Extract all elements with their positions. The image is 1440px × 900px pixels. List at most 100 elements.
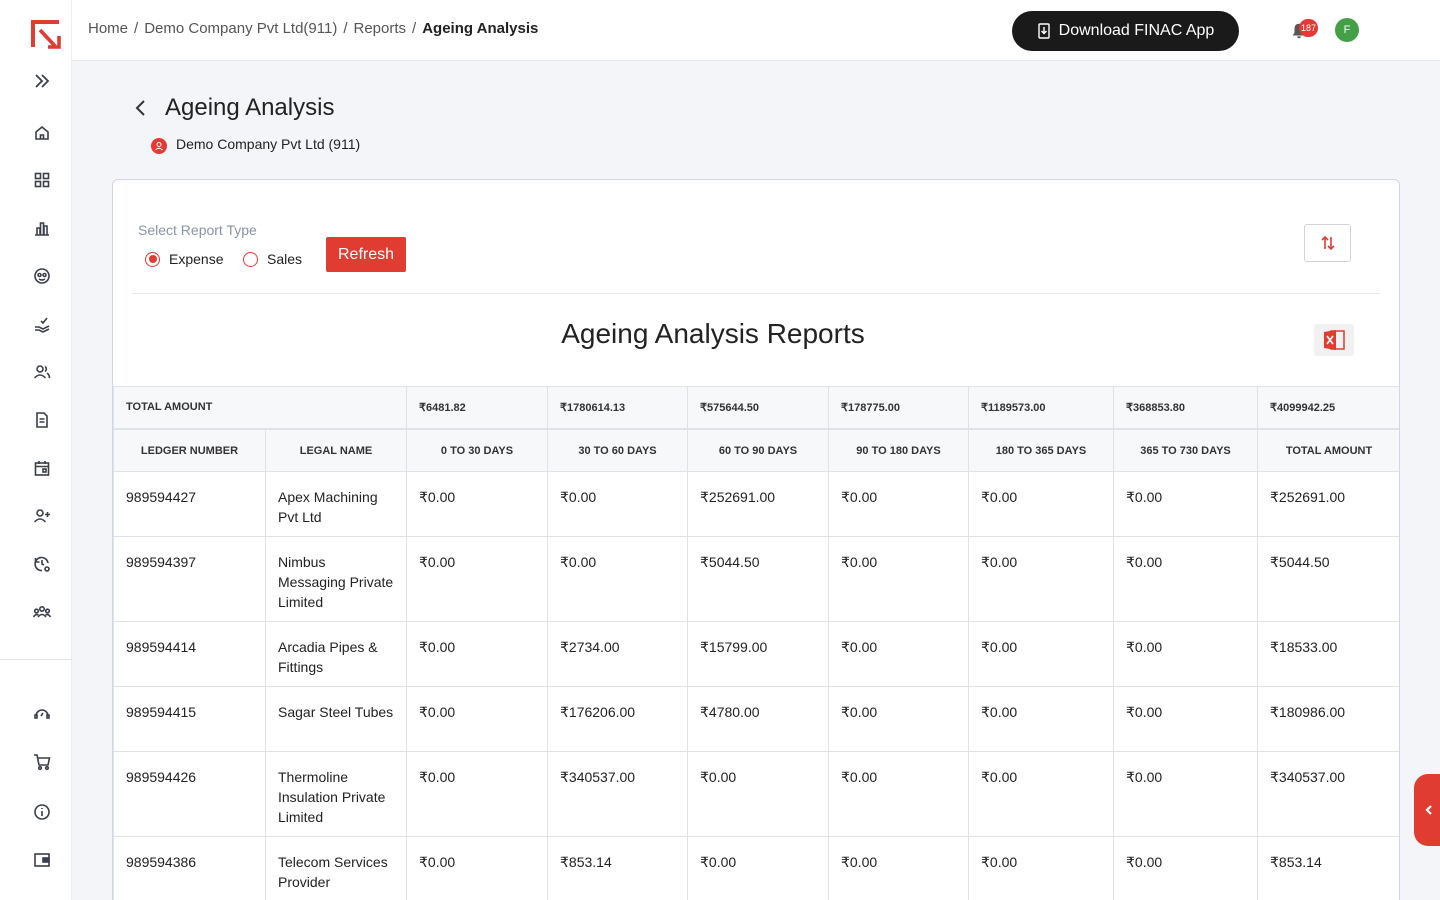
table-row[interactable]: 989594397 Nimbus Messaging Private Limit… <box>113 536 1399 622</box>
table-cell: ₹0.00 <box>828 836 969 900</box>
column-header[interactable]: TOTAL AMOUNT <box>1257 427 1399 472</box>
sidebar <box>0 0 72 900</box>
cart-icon[interactable] <box>29 749 55 775</box>
column-header[interactable]: 180 TO 365 DAYS <box>968 427 1114 472</box>
avatar[interactable]: F <box>1335 18 1359 42</box>
table-cell: ₹0.00 <box>1113 686 1258 752</box>
table-cell: Arcadia Pipes & Fittings <box>265 621 407 687</box>
breadcrumb-home[interactable]: Home <box>88 20 128 37</box>
back-button[interactable] <box>132 98 152 118</box>
sidebar-divider <box>0 659 72 660</box>
radio-expense[interactable]: Expense <box>145 251 223 267</box>
table-row[interactable]: 989594414 Arcadia Pipes & Fittings ₹0.00… <box>113 621 1399 687</box>
radio-sales-indicator[interactable] <box>243 251 258 267</box>
breadcrumb-separator: / <box>343 20 348 37</box>
documents-icon[interactable] <box>29 407 55 433</box>
table-cell: ₹0.00 <box>968 536 1114 622</box>
breadcrumb-reports[interactable]: Reports <box>354 20 407 37</box>
table-row[interactable]: 989594426 Thermoline Insulation Private … <box>113 751 1399 837</box>
table-cell: ₹0.00 <box>547 471 688 537</box>
support-icon[interactable] <box>29 263 55 289</box>
table-cell: ₹0.00 <box>406 836 548 900</box>
chevron-left-icon <box>135 100 145 116</box>
table-cell: ₹4780.00 <box>687 686 829 752</box>
report-title: Ageing Analysis Reports <box>561 318 865 349</box>
table-cell: ₹0.00 <box>828 686 969 752</box>
table-cell: 989594427 <box>113 471 266 537</box>
table-cell: ₹0.00 <box>968 621 1114 687</box>
total-cell: ₹178775.00 <box>828 386 969 429</box>
total-cell: ₹1189573.00 <box>968 386 1114 429</box>
table-cell: ₹0.00 <box>406 686 548 752</box>
table-cell: ₹0.00 <box>828 536 969 622</box>
table-row[interactable]: 989594415 Sagar Steel Tubes ₹0.00 ₹17620… <box>113 686 1399 752</box>
table-cell: ₹0.00 <box>547 536 688 622</box>
excel-export-button[interactable] <box>1314 324 1354 356</box>
table-cell: ₹340537.00 <box>1257 751 1399 837</box>
history-settings-icon[interactable] <box>29 551 55 577</box>
table-cell: Sagar Steel Tubes <box>265 686 407 752</box>
table-cell: ₹0.00 <box>1113 471 1258 537</box>
table-header-row: LEDGER NUMBER LEGAL NAME 0 TO 30 DAYS 30… <box>113 427 1399 472</box>
wallet-icon[interactable] <box>29 847 55 873</box>
table-cell: ₹0.00 <box>687 751 829 837</box>
table-row[interactable]: 989594427 Apex Machining Pvt Ltd ₹0.00 ₹… <box>113 471 1399 537</box>
table-cell: Telecom Services Provider <box>265 836 407 900</box>
contacts-icon[interactable] <box>29 359 55 385</box>
info-icon[interactable] <box>29 799 55 825</box>
team-icon[interactable] <box>29 599 55 625</box>
table-cell: ₹853.14 <box>1257 836 1399 900</box>
dashboard-icon[interactable] <box>29 167 55 193</box>
helpdesk-icon[interactable] <box>29 701 55 727</box>
column-header[interactable]: 30 TO 60 DAYS <box>547 427 688 472</box>
report-type-label: Select Report Type <box>138 222 257 238</box>
excel-icon <box>1324 330 1345 350</box>
table-cell: ₹340537.00 <box>547 751 688 837</box>
table-cell: ₹0.00 <box>968 686 1114 752</box>
radio-expense-indicator[interactable] <box>145 251 160 267</box>
column-header[interactable]: 365 TO 730 DAYS <box>1113 427 1258 472</box>
table-cell: ₹0.00 <box>1113 751 1258 837</box>
sort-button[interactable] <box>1304 224 1351 262</box>
total-cell: ₹1780614.13 <box>547 386 688 429</box>
radio-expense-label: Expense <box>169 251 224 267</box>
table-cell: ₹0.00 <box>406 536 548 622</box>
payments-icon[interactable] <box>29 311 55 337</box>
table-cell: ₹0.00 <box>968 751 1114 837</box>
breadcrumb-current: Ageing Analysis <box>422 20 539 37</box>
table-cell: ₹0.00 <box>828 751 969 837</box>
expand-icon[interactable] <box>29 68 55 94</box>
table-cell: Apex Machining Pvt Ltd <box>265 471 407 537</box>
add-user-icon[interactable] <box>29 503 55 529</box>
table-cell: ₹15799.00 <box>687 621 829 687</box>
ageing-table: TOTAL AMOUNT ₹6481.82 ₹1780614.13 ₹57564… <box>113 386 1399 900</box>
breadcrumb-company[interactable]: Demo Company Pvt Ltd(911) <box>144 20 337 37</box>
table-cell: ₹0.00 <box>968 836 1114 900</box>
column-header[interactable]: 90 TO 180 DAYS <box>828 427 969 472</box>
breadcrumb: Home / Demo Company Pvt Ltd(911) / Repor… <box>88 20 538 37</box>
chevron-left-icon <box>1425 805 1432 815</box>
table-cell: ₹0.00 <box>828 621 969 687</box>
column-header[interactable]: LEDGER NUMBER <box>113 427 266 472</box>
total-label-cell: TOTAL AMOUNT <box>113 386 407 429</box>
table-cell: 989594414 <box>113 621 266 687</box>
table-cell: ₹0.00 <box>406 751 548 837</box>
table-cell: ₹0.00 <box>1113 621 1258 687</box>
column-header[interactable]: LEGAL NAME <box>265 427 407 472</box>
table-row[interactable]: 989594386 Telecom Services Provider ₹0.0… <box>113 836 1399 900</box>
home-icon[interactable] <box>29 120 55 146</box>
refresh-button[interactable]: Refresh <box>326 237 406 272</box>
finac-logo[interactable] <box>28 16 62 50</box>
radio-sales[interactable]: Sales <box>243 251 302 267</box>
column-header[interactable]: 0 TO 30 DAYS <box>406 427 548 472</box>
download-app-button[interactable]: Download FINAC App <box>1012 11 1239 51</box>
sort-arrows-icon <box>1320 235 1335 251</box>
side-panel-toggle[interactable] <box>1414 774 1440 846</box>
calendar-icon[interactable] <box>29 455 55 481</box>
table-cell: ₹0.00 <box>1113 836 1258 900</box>
total-cell: ₹368853.80 <box>1113 386 1258 429</box>
download-app-label: Download FINAC App <box>1058 22 1215 39</box>
column-header[interactable]: 60 TO 90 DAYS <box>687 427 829 472</box>
reports-icon[interactable] <box>29 215 55 241</box>
table-cell: 989594386 <box>113 836 266 900</box>
